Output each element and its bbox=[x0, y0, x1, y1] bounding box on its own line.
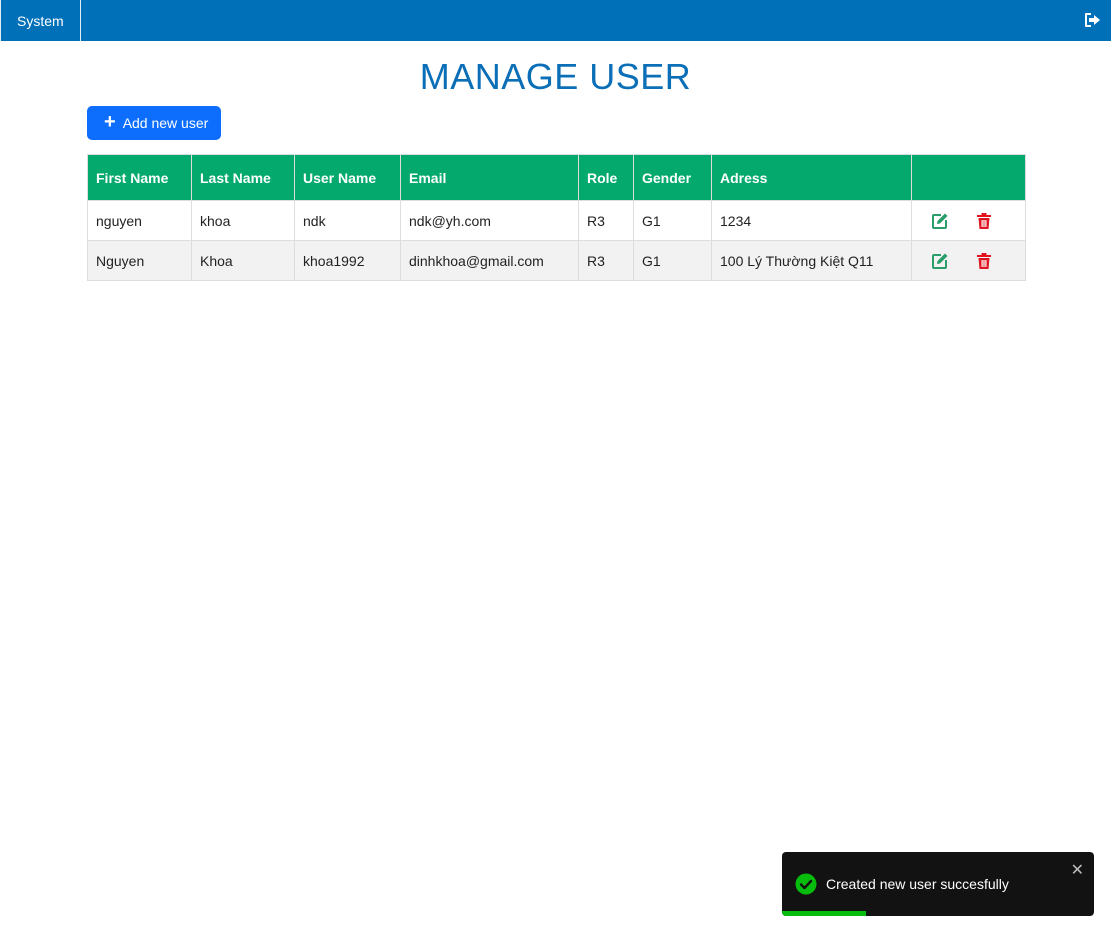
header-role: Role bbox=[578, 154, 634, 201]
add-new-user-button[interactable]: + Add new user bbox=[87, 106, 221, 140]
header-last-name: Last Name bbox=[191, 154, 295, 201]
cell-role: R3 bbox=[578, 240, 634, 281]
cell-role: R3 bbox=[578, 200, 634, 241]
trash-icon[interactable] bbox=[975, 252, 993, 270]
edit-icon[interactable] bbox=[931, 252, 949, 270]
page-title: MANAGE USER bbox=[419, 56, 692, 97]
users-table: First Name Last Name User Name Email Rol… bbox=[87, 154, 1026, 281]
header-address: Adress bbox=[711, 154, 912, 201]
cell-last-name: Khoa bbox=[191, 240, 295, 281]
success-toast: Created new user succesfully ✕ bbox=[782, 852, 1094, 916]
cell-address: 1234 bbox=[711, 200, 912, 241]
top-navbar: System bbox=[0, 0, 1111, 41]
header-first-name: First Name bbox=[87, 154, 192, 201]
header-email: Email bbox=[400, 154, 579, 201]
cell-first-name: nguyen bbox=[87, 200, 192, 241]
cell-user-name: khoa1992 bbox=[294, 240, 401, 281]
menu-system[interactable]: System bbox=[0, 0, 81, 41]
trash-icon[interactable] bbox=[975, 212, 993, 230]
cell-user-name: ndk bbox=[294, 200, 401, 241]
table-header-row: First Name Last Name User Name Email Rol… bbox=[87, 154, 1026, 201]
cell-email: ndk@yh.com bbox=[400, 200, 579, 241]
toast-message: Created new user succesfully bbox=[826, 876, 1009, 892]
header-gender: Gender bbox=[633, 154, 712, 201]
logout-icon[interactable] bbox=[1084, 12, 1102, 28]
cell-actions bbox=[911, 240, 1026, 281]
table-row: nguyen khoa ndk ndk@yh.com R3 G1 1234 bbox=[87, 200, 1026, 241]
toast-progress-bar bbox=[782, 911, 867, 916]
edit-icon[interactable] bbox=[931, 212, 949, 230]
cell-gender: G1 bbox=[633, 240, 712, 281]
table-row: Nguyen Khoa khoa1992 dinhkhoa@gmail.com … bbox=[87, 240, 1026, 281]
close-icon[interactable]: ✕ bbox=[1071, 863, 1084, 879]
cell-first-name: Nguyen bbox=[87, 240, 192, 281]
check-circle-icon bbox=[795, 873, 817, 895]
header-actions bbox=[911, 154, 1026, 201]
cell-gender: G1 bbox=[633, 200, 712, 241]
plus-icon: + bbox=[104, 111, 116, 133]
header-user-name: User Name bbox=[294, 154, 401, 201]
add-new-user-label: Add new user bbox=[122, 115, 209, 131]
cell-address: 100 Lý Thường Kiệt Q11 bbox=[711, 240, 912, 281]
cell-actions bbox=[911, 200, 1026, 241]
cell-last-name: khoa bbox=[191, 200, 295, 241]
cell-email: dinhkhoa@gmail.com bbox=[400, 240, 579, 281]
